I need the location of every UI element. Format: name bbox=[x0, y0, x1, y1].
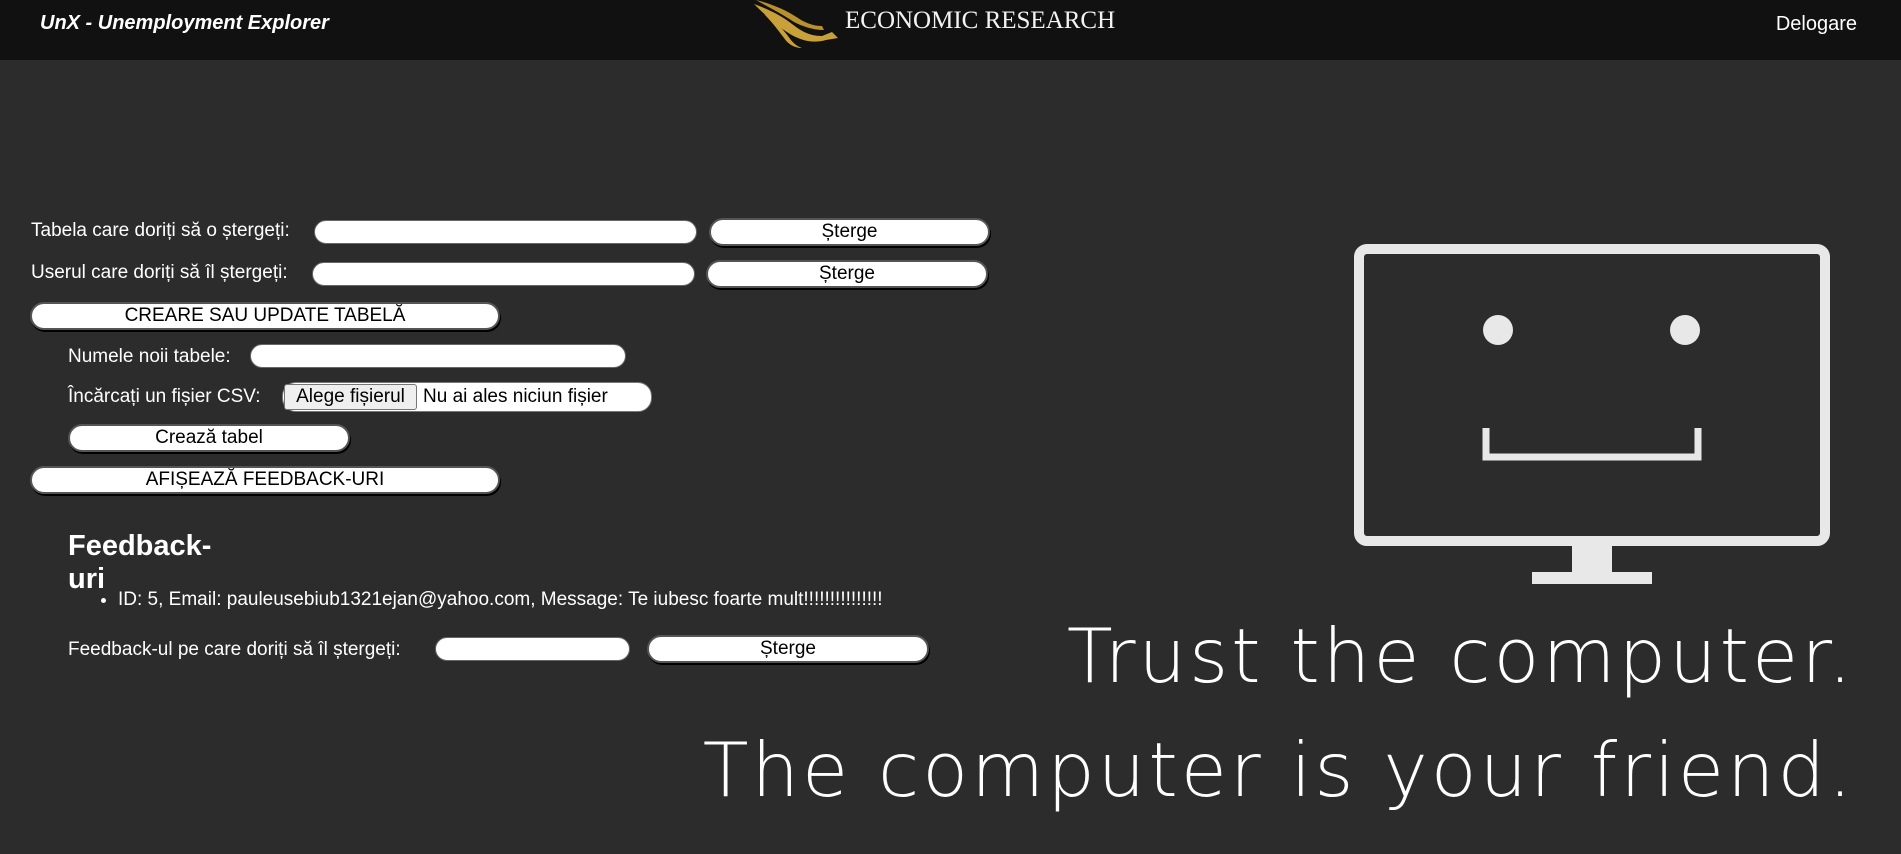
csv-upload-label: Încărcați un fișier CSV: bbox=[68, 386, 261, 407]
delete-feedback-label: Feedback-ul pe care doriți să îl ștergeț… bbox=[68, 639, 401, 660]
computer-monitor-smiley-icon bbox=[1354, 244, 1834, 593]
delete-user-input[interactable] bbox=[312, 262, 695, 286]
csv-file-input[interactable]: Alege fișierul Nu ai ales niciun fișier bbox=[282, 382, 652, 412]
feedback-item: ID: 5, Email: pauleusebiub1321ejan@yahoo… bbox=[118, 589, 883, 611]
delete-table-input[interactable] bbox=[314, 220, 697, 244]
eagle-wing-icon bbox=[754, 0, 838, 48]
table-name-label: Numele noii tabele: bbox=[68, 346, 231, 367]
slogan-line-1: Trust the computer. bbox=[1066, 612, 1855, 700]
create-update-table-toggle[interactable]: CREARE SAU UPDATE TABELĂ bbox=[30, 302, 500, 330]
delete-table-button[interactable]: Șterge bbox=[709, 218, 990, 246]
show-feedbacks-toggle[interactable]: AFIȘEAZĂ FEEDBACK-URI bbox=[30, 466, 500, 494]
feedback-list: ID: 5, Email: pauleusebiub1321ejan@yahoo… bbox=[97, 589, 883, 611]
feedback-heading: Feedback-uri bbox=[68, 530, 212, 595]
app-title[interactable]: UnX - Unemployment Explorer bbox=[40, 12, 329, 35]
delete-user-button[interactable]: Șterge bbox=[706, 260, 988, 288]
slogan-line-2: The computer is your friend. bbox=[702, 726, 1855, 814]
logout-link[interactable]: Delogare bbox=[1776, 13, 1857, 36]
file-status-text: Nu ai ales niciun fișier bbox=[423, 386, 608, 407]
create-table-button[interactable]: Crează tabel bbox=[68, 424, 350, 452]
delete-feedback-button[interactable]: Șterge bbox=[647, 635, 929, 663]
delete-user-label: Userul care doriți să îl ștergeți: bbox=[31, 262, 288, 283]
top-navbar: UnX - Unemployment Explorer ECONOMIC RES… bbox=[0, 0, 1901, 60]
table-name-input[interactable] bbox=[250, 344, 626, 368]
delete-table-label: Tabela care doriți să o ștergeți: bbox=[31, 220, 290, 241]
delete-feedback-input[interactable] bbox=[435, 637, 630, 661]
choose-file-button[interactable]: Alege fișierul bbox=[284, 384, 417, 410]
logo-text: ECONOMIC RESEARCH bbox=[845, 7, 1116, 34]
